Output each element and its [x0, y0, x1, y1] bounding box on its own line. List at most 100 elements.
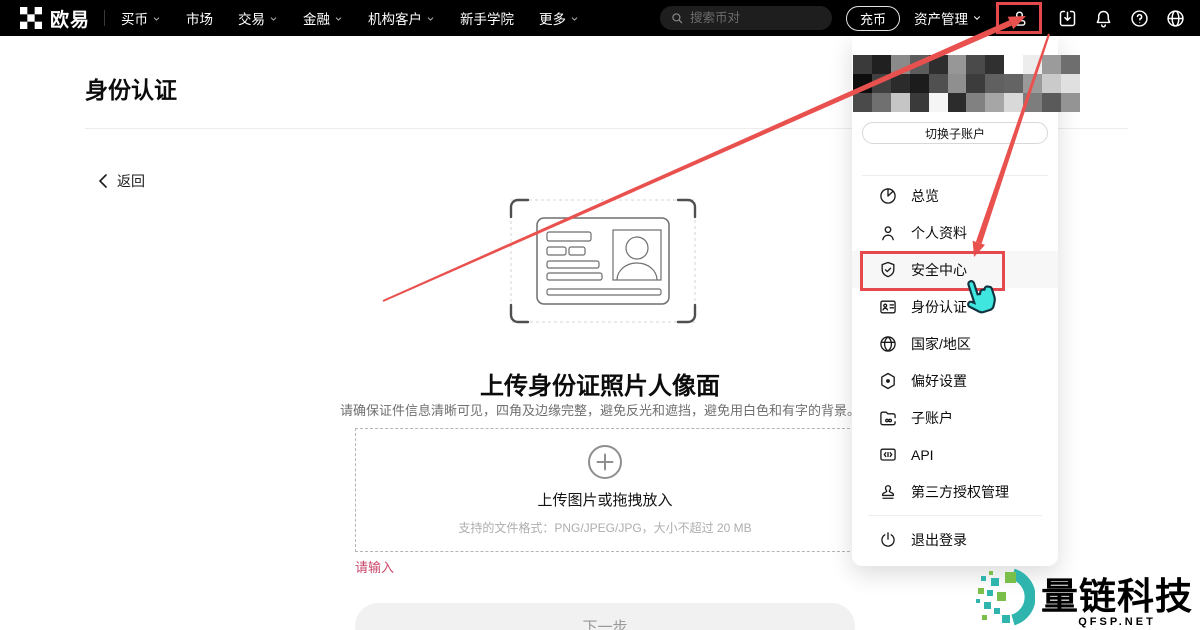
menu-item-label: 个人资料: [911, 223, 967, 243]
chevron-down-icon: [152, 14, 161, 23]
mosaic-cell: [853, 55, 872, 74]
nav-item-label: 交易: [238, 8, 265, 28]
dropzone-label: 上传图片或拖拽放入: [537, 489, 672, 510]
nav-item-2[interactable]: 交易: [238, 8, 278, 28]
menu-item-security-center[interactable]: 安全中心: [852, 251, 1058, 288]
mosaic-cell: [1004, 93, 1023, 112]
menu-divider: [868, 515, 1042, 516]
mosaic-cell: [1004, 55, 1023, 74]
validation-error-text: 请输入: [355, 557, 394, 576]
mosaic-cell: [1061, 55, 1080, 74]
assets-management-menu[interactable]: 资产管理: [914, 8, 982, 28]
power-icon: [878, 530, 898, 550]
assets-management-label: 资产管理: [914, 8, 968, 28]
mosaic-cell: [948, 93, 967, 112]
menu-item-label: 国家/地区: [911, 334, 971, 354]
stamp-icon: [878, 482, 898, 502]
nav-item-label: 市场: [186, 8, 213, 28]
dropzone-formats: 支持的文件格式：PNG/JPEG/JPG，大小不超过 20 MB: [458, 519, 751, 536]
menu-item-label: API: [911, 447, 934, 463]
nav-item-5[interactable]: 新手学院: [460, 8, 514, 28]
menu-item-logout[interactable]: 退出登录: [852, 521, 1058, 558]
mosaic-cell: [966, 74, 985, 93]
watermark-company-name: 量链科技: [1041, 566, 1193, 620]
mosaic-cell: [891, 93, 910, 112]
profile-icon[interactable]: [1008, 7, 1030, 29]
search-box[interactable]: [660, 6, 832, 30]
back-label: 返回: [117, 171, 145, 191]
mosaic-cell: [1023, 74, 1042, 93]
chevron-down-icon: [570, 14, 579, 23]
nav-item-label: 新手学院: [460, 8, 514, 28]
nav-item-4[interactable]: 机构客户: [368, 8, 435, 28]
mosaic-cell: [966, 55, 985, 74]
menu-item-overview[interactable]: 总览: [852, 177, 1058, 214]
mosaic-cell: [929, 93, 948, 112]
okx-identity-verification-page: 欧易 买币 市场 交易 金融 机构客户 新手学院 更多 充币 资产管理 身份认证: [0, 0, 1200, 630]
menu-item-preferences[interactable]: 偏好设置: [852, 362, 1058, 399]
chevron-down-icon: [334, 14, 343, 23]
mosaic-cell: [1042, 93, 1061, 112]
account-dropdown-panel: 切换子账户 总览个人资料安全中心身份认证国家/地区偏好设置子账户 API 第三方授权…: [852, 36, 1058, 566]
menu-item-label: 安全中心: [911, 260, 967, 280]
plus-circle-icon: [587, 444, 623, 480]
menu-item-country-region[interactable]: 国家/地区: [852, 325, 1058, 362]
pie-icon: [878, 186, 898, 206]
menu-item-label: 偏好设置: [911, 371, 967, 391]
menu-item-api[interactable]: API: [852, 436, 1058, 473]
mosaic-cell: [853, 74, 872, 93]
nav-item-0[interactable]: 买币: [121, 8, 161, 28]
menu-item-identity-verification[interactable]: 身份认证: [852, 288, 1058, 325]
menu-item-label: 身份认证: [911, 297, 967, 317]
search-input[interactable]: [690, 11, 810, 25]
nav-item-label: 更多: [539, 8, 566, 28]
mosaic-cell: [1004, 74, 1023, 93]
nav-item-3[interactable]: 金融: [303, 8, 343, 28]
nav-item-6[interactable]: 更多: [539, 8, 579, 28]
mosaic-cell: [929, 74, 948, 93]
mosaic-cell: [891, 74, 910, 93]
okx-logo-icon: [20, 7, 42, 29]
switch-subaccount-button[interactable]: 切换子账户: [862, 122, 1048, 144]
mosaic-cell: [929, 55, 948, 74]
back-button[interactable]: 返回: [98, 171, 145, 191]
globe-icon: [878, 334, 898, 354]
nav-item-1[interactable]: 市场: [186, 8, 213, 28]
mosaic-cell: [985, 55, 1004, 74]
mosaic-cell: [966, 93, 985, 112]
mosaic-cell: [1042, 55, 1061, 74]
subaccount-icon: [878, 408, 898, 428]
language-globe-icon[interactable]: [1164, 7, 1186, 29]
user-icon: [878, 223, 898, 243]
notifications-bell-icon[interactable]: [1092, 7, 1114, 29]
profile-icon-red-highlight-box: [996, 2, 1042, 34]
search-icon: [670, 11, 684, 25]
watermark-logo-icon: [975, 566, 1035, 628]
next-step-button[interactable]: 下一步: [355, 603, 855, 630]
dropdown-divider: [862, 175, 1048, 176]
mosaic-cell: [985, 93, 1004, 112]
deposit-button[interactable]: 充币: [846, 6, 900, 31]
mosaic-cell: [1042, 74, 1061, 93]
mosaic-cell: [948, 55, 967, 74]
chevron-down-icon: [972, 13, 982, 23]
main-nav-menu: 买币 市场 交易 金融 机构客户 新手学院 更多: [121, 8, 579, 28]
mosaic-cell: [872, 55, 891, 74]
menu-item-sub-accounts[interactable]: 子账户: [852, 399, 1058, 436]
menu-item-profile[interactable]: 个人资料: [852, 214, 1058, 251]
api-icon: [878, 445, 898, 465]
okx-logo[interactable]: 欧易: [20, 5, 90, 32]
mosaic-cell: [985, 74, 1004, 93]
download-app-icon[interactable]: [1056, 7, 1078, 29]
account-menu-list: 总览个人资料安全中心身份认证国家/地区偏好设置子账户 API 第三方授权管理退出登录: [852, 177, 1058, 558]
help-icon[interactable]: [1128, 7, 1150, 29]
mosaic-cell: [1023, 55, 1042, 74]
menu-item-label: 退出登录: [911, 530, 967, 550]
hexagon-icon: [878, 371, 898, 391]
nav-item-label: 金融: [303, 8, 330, 28]
menu-item-label: 第三方授权管理: [911, 482, 1009, 502]
watermark-domain: QFSP.NET: [1078, 616, 1156, 628]
navbar-separator: [104, 10, 105, 26]
upload-dropzone[interactable]: 上传图片或拖拽放入 支持的文件格式：PNG/JPEG/JPG，大小不超过 20 …: [355, 428, 855, 552]
menu-item-third-party-auth[interactable]: 第三方授权管理: [852, 473, 1058, 510]
